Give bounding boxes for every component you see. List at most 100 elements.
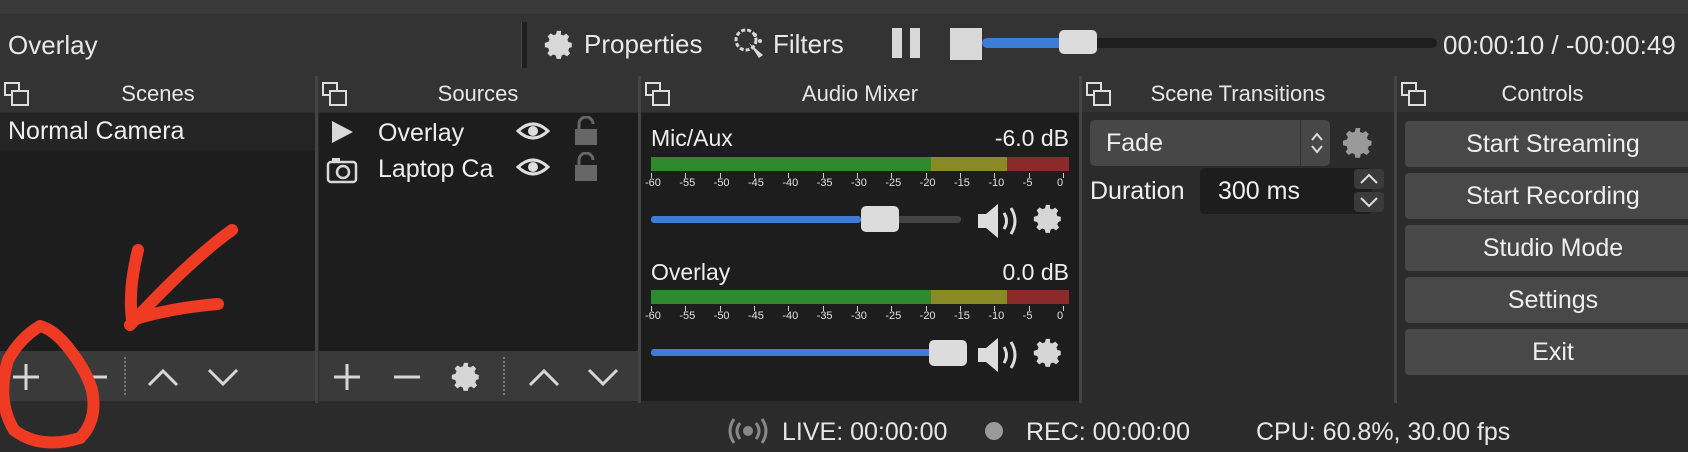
pause-icon	[892, 28, 902, 58]
sources-toolbar	[319, 351, 638, 401]
meter-scale-label: -30	[851, 310, 867, 322]
lock-icon[interactable]	[573, 116, 599, 146]
meter-scale-label: -25	[885, 177, 902, 189]
duration-label: Duration	[1090, 177, 1185, 205]
source-properties-button[interactable]	[449, 360, 483, 394]
transition-select[interactable]: Fade	[1090, 120, 1330, 166]
audio-mixer-title: Audio Mixer	[801, 81, 919, 106]
seek-handle[interactable]	[1058, 30, 1097, 54]
cpu-status: CPU: 60.8%, 30.00 fps	[1256, 418, 1511, 446]
volume-slider-handle[interactable]	[861, 206, 899, 232]
scene-item-label: Normal Camera	[8, 117, 185, 145]
dock-splitter[interactable]	[315, 76, 318, 403]
transitions-dock-header: Scene Transitions	[1082, 76, 1394, 112]
channel-name: Overlay	[651, 259, 731, 285]
exit-button[interactable]: Exit	[1405, 329, 1688, 375]
scene-item[interactable]: Normal Camera	[0, 113, 315, 151]
properties-button[interactable]: Properties	[542, 24, 714, 64]
studio-mode-button[interactable]: Studio Mode	[1405, 225, 1688, 271]
controls-dock-header: Controls	[1397, 76, 1688, 112]
stop-button[interactable]	[950, 28, 982, 60]
meter-scale-label: -60	[645, 310, 661, 322]
speaker-icon[interactable]	[976, 335, 1024, 375]
meter-scale-label: -55	[679, 310, 696, 322]
camera-icon	[326, 158, 358, 184]
channel-db: 0.0 dB	[1002, 259, 1070, 285]
speaker-icon[interactable]	[976, 201, 1024, 241]
seek-bar[interactable]	[982, 30, 1437, 54]
meter-tick	[1063, 173, 1064, 178]
meter-scale-label: -45	[748, 177, 764, 189]
transition-properties-gear-icon[interactable]	[1340, 125, 1376, 161]
source-item[interactable]: Overlay	[319, 113, 638, 151]
source-item[interactable]: Laptop Ca	[319, 151, 638, 189]
lock-icon[interactable]	[573, 152, 599, 182]
sources-title: Sources	[437, 81, 519, 106]
start-recording-button[interactable]: Start Recording	[1405, 173, 1688, 219]
duration-value: 300 ms	[1218, 177, 1300, 205]
volume-fill	[651, 216, 861, 223]
select-arrows	[1300, 120, 1331, 166]
volume-fill	[651, 349, 941, 356]
toolbar-separator	[503, 357, 505, 395]
channel-db: -6.0 dB	[994, 125, 1069, 151]
sources-dock-header: Sources	[318, 76, 638, 112]
sources-list: Overlay Laptop Ca	[319, 113, 638, 351]
start-streaming-button[interactable]: Start Streaming	[1405, 121, 1688, 167]
meter-green-segment	[651, 157, 931, 171]
meter-scale-label: -10	[988, 310, 1005, 322]
move-up-button[interactable]	[527, 363, 561, 391]
channel-settings-gear-icon[interactable]	[1031, 202, 1065, 236]
window-top-strip	[0, 0, 1688, 14]
preview-toolbar: Overlay Properties Filters 00:00:10 / -0…	[0, 14, 1688, 76]
meter-scale-label: 0	[1057, 177, 1064, 189]
meter-scale-label: -35	[816, 310, 833, 322]
gear-icon	[544, 30, 572, 59]
meter-scale-label: -50	[713, 177, 730, 189]
meter-scale-label: 0	[1057, 310, 1064, 322]
meter-scale-label: -35	[816, 177, 833, 189]
duration-increase-button[interactable]	[1354, 169, 1384, 189]
dock-splitter[interactable]	[1079, 76, 1082, 403]
meter-scale-label: -30	[851, 177, 867, 189]
toolbar-divider	[521, 22, 527, 68]
playback-time: 00:00:10 / -00:00:49	[1443, 30, 1676, 60]
pause-button[interactable]	[890, 26, 922, 60]
settings-button[interactable]: Settings	[1405, 277, 1688, 323]
remove-source-button[interactable]	[391, 361, 423, 393]
dock-splitter[interactable]	[1394, 76, 1397, 403]
controls-title: Controls	[1501, 81, 1584, 106]
add-source-button[interactable]	[331, 361, 363, 393]
meter-scale-label: -45	[748, 310, 764, 322]
meter-scale-label: -40	[782, 177, 799, 189]
eye-icon[interactable]	[516, 119, 550, 143]
channel-settings-gear-icon[interactable]	[1031, 336, 1065, 370]
duration-decrease-button[interactable]	[1354, 192, 1384, 212]
live-status: LIVE: 00:00:00	[782, 418, 948, 446]
filters-button[interactable]: Filters	[733, 24, 851, 64]
chevron-updown-icon	[1311, 132, 1323, 154]
filters-icon	[734, 28, 763, 58]
meter-scale-label: -5	[1022, 177, 1033, 189]
move-down-button[interactable]	[586, 363, 620, 391]
meter-scale-label: -5	[1022, 310, 1033, 322]
meter-scale-label: -15	[954, 177, 970, 189]
meter-scale-label: -10	[988, 177, 1005, 189]
meter-yellow-segment	[931, 157, 1007, 171]
properties-label: Properties	[584, 29, 703, 59]
channel-name: Mic/Aux	[651, 125, 733, 151]
volume-slider-handle[interactable]	[929, 340, 967, 366]
meter-scale-label: -20	[919, 310, 936, 322]
meter-tick	[1063, 306, 1064, 311]
audio-mixer-panel: Mic/Aux -6.0 dB -60 -55 -50 -45 -40 -35 -30 -25…	[641, 113, 1079, 401]
meter-scale-label: -20	[919, 177, 936, 189]
source-item-label: Overlay	[378, 119, 465, 147]
dock-splitter[interactable]	[638, 76, 641, 403]
source-item-label: Laptop Ca	[378, 155, 494, 183]
filters-label: Filters	[773, 29, 844, 59]
duration-input[interactable]: 300 ms	[1200, 168, 1372, 214]
transitions-panel: Fade Duration 300 ms	[1082, 113, 1394, 401]
eye-icon[interactable]	[516, 155, 550, 179]
play-icon	[332, 121, 353, 143]
meter-red-segment	[1007, 290, 1069, 304]
